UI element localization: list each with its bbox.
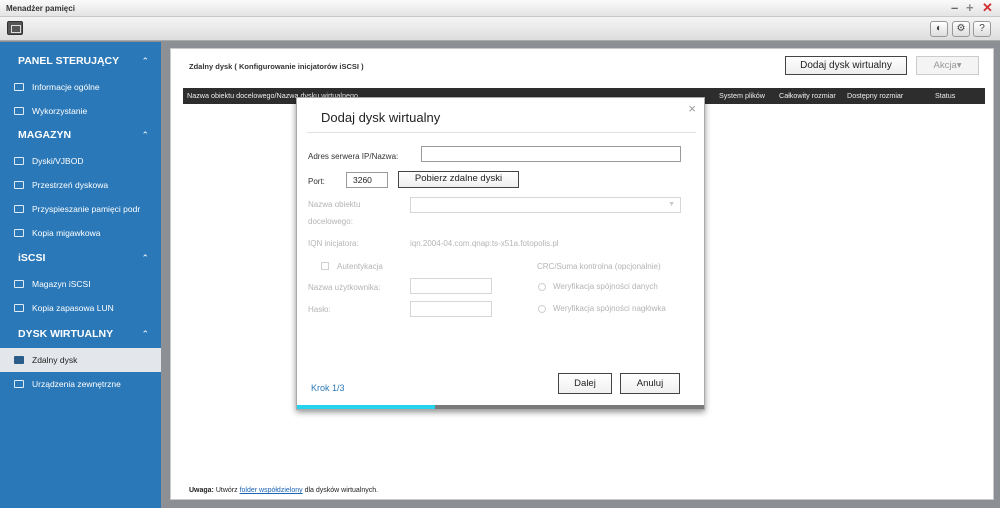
step-indicator: Krok 1/3 <box>311 383 345 393</box>
title-bar: Menadżer pamięci – + ✕ <box>0 0 1000 17</box>
dialog-close-icon[interactable]: × <box>688 101 696 116</box>
header-check-label: Weryfikacja spójności nagłówka <box>553 304 666 313</box>
footnote-text-end: dla dysków wirtualnych. <box>302 487 379 494</box>
port-input[interactable]: 3260 <box>346 172 388 188</box>
footnote: Uwaga: Utwórz folder współdzielony dla d… <box>189 487 378 494</box>
divider <box>307 132 696 133</box>
chevron-up-icon[interactable]: ⌃ <box>141 48 149 74</box>
remote-disk-icon <box>14 356 24 364</box>
sidebar-item-label: Wykorzystanie <box>32 106 88 116</box>
chevron-up-icon[interactable]: ⌃ <box>141 245 149 271</box>
sidebar-item-external[interactable]: Urządzenia zewnętrzne <box>0 372 161 396</box>
iscsi-icon <box>14 280 24 288</box>
sidebar-item-label: Dyski/VJBOD <box>32 156 84 166</box>
sidebar: PANEL STERUJĄCY ⌃ Informacje ogólne Wyko… <box>0 42 161 508</box>
crc-label: CRC/Suma kontrolna (opcjonalnie) <box>537 262 661 271</box>
password-input[interactable] <box>410 301 492 317</box>
next-button[interactable]: Dalej <box>558 373 612 394</box>
sidebar-item-wykorzystanie[interactable]: Wykorzystanie <box>0 99 161 123</box>
cancel-button[interactable]: Anuluj <box>620 373 680 394</box>
iqn-value: iqn.2004-04.com.qnap:ts-x51a.fotopolis.p… <box>410 239 559 248</box>
chart-icon <box>14 107 24 115</box>
section-title: iSCSI <box>18 252 46 264</box>
info-icon <box>14 83 24 91</box>
help-button[interactable]: ? <box>973 21 991 37</box>
sidebar-item-label: Magazyn iSCSI <box>32 279 91 289</box>
wizard-progress-bar <box>297 405 704 409</box>
data-check-label: Weryfikacja spójności danych <box>553 282 658 291</box>
server-address-input[interactable] <box>421 146 681 162</box>
maximize-icon[interactable]: + <box>966 1 974 15</box>
data-check-checkbox[interactable] <box>538 283 546 291</box>
fetch-remote-disks-button[interactable]: Pobierz zdalne dyski <box>398 171 519 188</box>
target-name-label-1: Nazwa obiektu <box>308 200 361 209</box>
lock-icon[interactable]: ◐ <box>930 21 948 37</box>
target-name-select[interactable]: ▼ <box>410 197 681 213</box>
password-label: Hasło: <box>308 305 331 314</box>
action-dropdown-button[interactable]: Akcja▾ <box>916 56 979 75</box>
sidebar-item-snapshot[interactable]: Kopia migawkowa <box>0 221 161 245</box>
sidebar-item-label: Kopia migawkowa <box>32 228 101 238</box>
footnote-prefix: Uwaga: <box>189 487 214 494</box>
section-title: DYSK WIRTUALNY <box>18 328 114 340</box>
auth-label: Autentykacja <box>337 262 383 271</box>
sidebar-item-lun-backup[interactable]: Kopia zapasowa LUN <box>0 296 161 320</box>
chevron-up-icon[interactable]: ⌃ <box>141 122 149 148</box>
header-check-checkbox[interactable] <box>538 305 546 313</box>
username-input[interactable] <box>410 278 492 294</box>
port-label: Port: <box>308 177 325 186</box>
sidebar-item-label: Urządzenia zewnętrzne <box>32 379 121 389</box>
gear-icon[interactable]: ⚙ <box>952 21 970 37</box>
username-label: Nazwa użytkownika: <box>308 283 381 292</box>
app-menu-icon[interactable] <box>7 21 23 35</box>
column-header-status[interactable]: Status <box>935 88 955 104</box>
sidebar-item-label: Przyspieszanie pamięci podr <box>32 204 141 214</box>
column-header-fs[interactable]: System plików <box>719 88 765 104</box>
minimize-icon[interactable]: – <box>951 1 958 15</box>
disk-icon <box>14 157 24 165</box>
cache-icon <box>14 205 24 213</box>
dialog-title: Dodaj dysk wirtualny <box>321 110 441 125</box>
footnote-text: Utwórz <box>213 487 240 494</box>
sidebar-item-label: Kopia zapasowa LUN <box>32 303 114 313</box>
snapshot-icon <box>14 229 24 237</box>
server-address-label: Adres serwera IP/Nazwa: <box>308 152 399 161</box>
add-virtual-disk-dialog: Dodaj dysk wirtualny × Adres serwera IP/… <box>296 97 705 410</box>
section-title: PANEL STERUJĄCY <box>18 55 120 67</box>
sidebar-item-informacje[interactable]: Informacje ogólne <box>0 75 161 99</box>
chevron-up-icon[interactable]: ⌃ <box>141 321 149 347</box>
toolbar: ◐ ⚙ ? <box>0 17 1000 41</box>
section-magazyn[interactable]: MAGAZYN ⌃ <box>0 122 161 148</box>
backup-icon <box>14 304 24 312</box>
section-panel-sterujacy[interactable]: PANEL STERUJĄCY ⌃ <box>0 48 161 74</box>
section-title: MAGAZYN <box>18 129 72 141</box>
sidebar-item-label: Zdalny dysk <box>32 355 78 365</box>
breadcrumb: Zdalny dysk ( Konfigurowanie inicjatorów… <box>189 62 364 71</box>
window-title: Menadżer pamięci <box>6 4 75 13</box>
section-dysk-wirtualny[interactable]: DYSK WIRTUALNY ⌃ <box>0 321 161 347</box>
column-header-free[interactable]: Dostępny rozmiar <box>847 88 903 104</box>
auth-checkbox[interactable] <box>321 262 329 270</box>
sidebar-item-label: Informacje ogólne <box>32 82 100 92</box>
section-iscsi[interactable]: iSCSI ⌃ <box>0 245 161 271</box>
wizard-progress-fill <box>297 405 436 409</box>
shared-folder-link[interactable]: folder współdzielony <box>240 487 303 494</box>
chevron-down-icon: ▼ <box>668 201 675 208</box>
column-header-total[interactable]: Całkowity rozmiar <box>779 88 836 104</box>
sidebar-item-magazyn-iscsi[interactable]: Magazyn iSCSI <box>0 272 161 296</box>
sidebar-item-label: Przestrzeń dyskowa <box>32 180 109 190</box>
add-virtual-disk-button[interactable]: Dodaj dysk wirtualny <box>785 56 907 75</box>
external-device-icon <box>14 380 24 388</box>
sidebar-item-zdalny-dysk[interactable]: Zdalny dysk <box>0 348 161 372</box>
sidebar-item-przestrzen[interactable]: Przestrzeń dyskowa <box>0 173 161 197</box>
storage-icon <box>14 181 24 189</box>
close-icon[interactable]: ✕ <box>982 1 993 15</box>
iqn-label: IQN inicjatora: <box>308 239 359 248</box>
sidebar-item-dyski[interactable]: Dyski/VJBOD <box>0 149 161 173</box>
sidebar-item-cache[interactable]: Przyspieszanie pamięci podr <box>0 197 161 221</box>
target-name-label-2: docelowego: <box>308 217 353 226</box>
